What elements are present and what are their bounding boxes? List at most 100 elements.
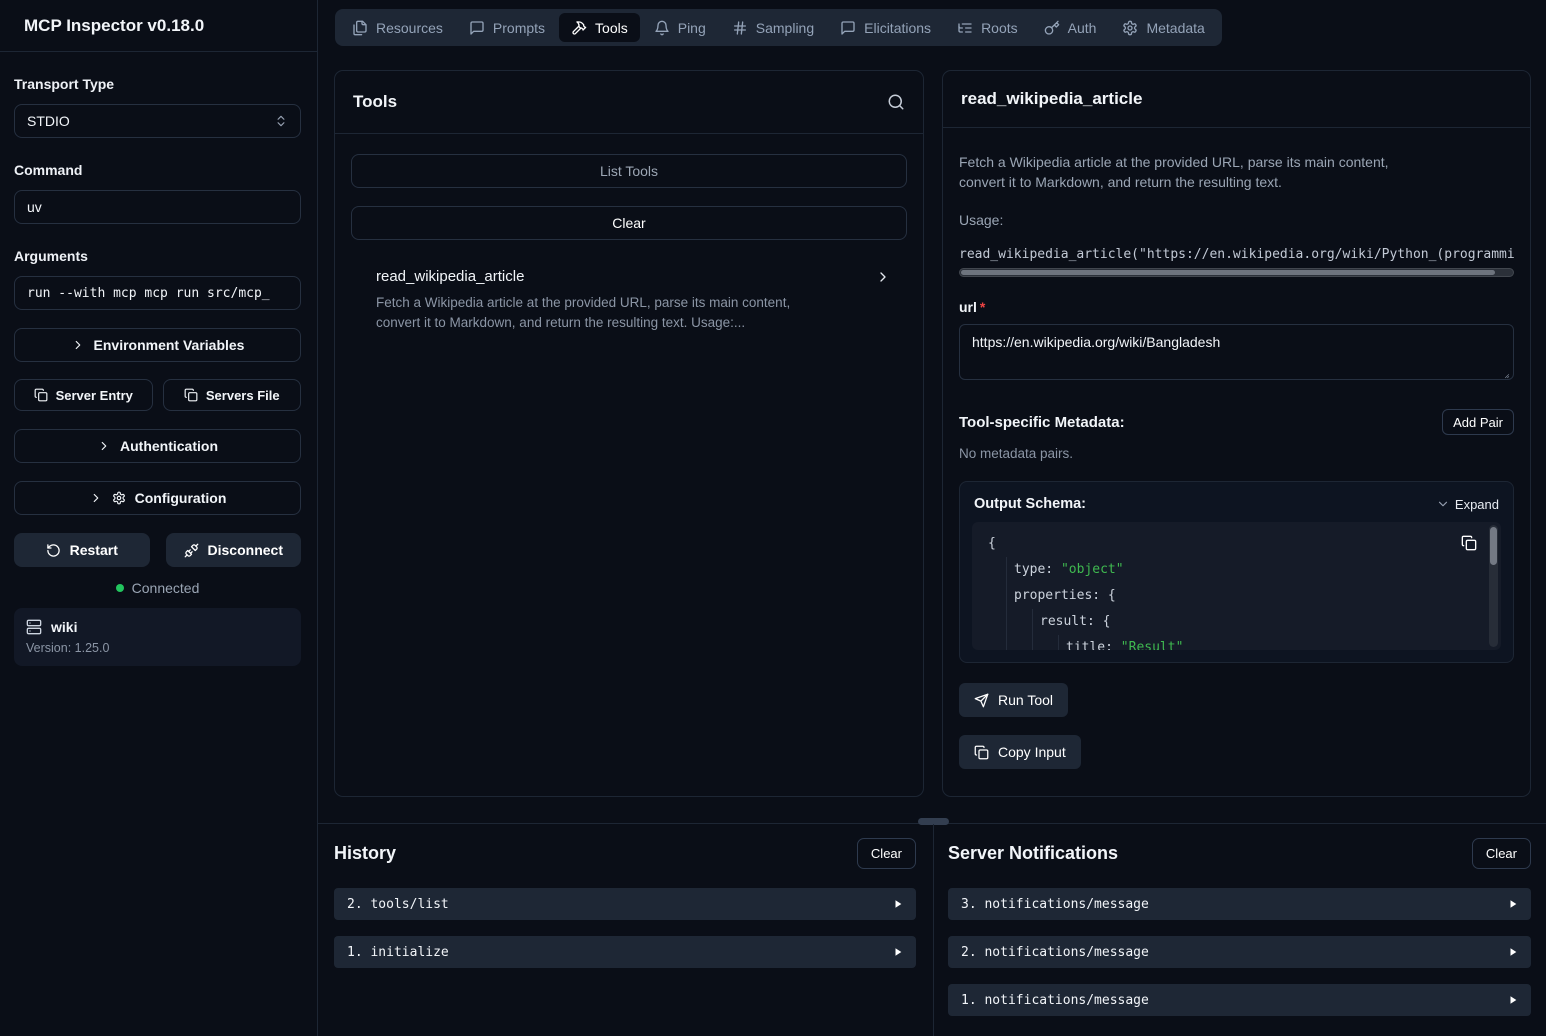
server-card: wiki Version: 1.25.0 xyxy=(14,608,301,666)
server-notifications-section: Server Notifications Clear 3. notificati… xyxy=(948,838,1531,1016)
tab-label: Metadata xyxy=(1146,20,1204,36)
history-row[interactable]: 1. initialize xyxy=(334,936,916,968)
arguments-input[interactable]: run --with mcp mcp run src/mcp_ xyxy=(14,276,301,310)
server-version: Version: 1.25.0 xyxy=(26,641,289,655)
bell-icon xyxy=(654,20,670,36)
resize-handle-icon[interactable] xyxy=(1500,369,1510,379)
usage-code: read_wikipedia_article("https://en.wikip… xyxy=(959,247,1514,262)
disconnect-label: Disconnect xyxy=(208,542,283,558)
run-tool-button[interactable]: Run Tool xyxy=(959,683,1068,717)
tab-auth[interactable]: Auth xyxy=(1032,13,1109,42)
schema-vertical-scrollbar[interactable] xyxy=(1489,525,1498,647)
url-input[interactable]: https://en.wikipedia.org/wiki/Bangladesh xyxy=(959,324,1514,380)
indent-guide xyxy=(1014,609,1040,635)
status-dot xyxy=(116,584,124,592)
scrollbar-thumb[interactable] xyxy=(961,270,1495,275)
configuration-label: Configuration xyxy=(135,490,227,506)
required-marker: * xyxy=(980,299,985,315)
add-pair-button[interactable]: Add Pair xyxy=(1442,409,1514,435)
clear-notifications-button[interactable]: Clear xyxy=(1472,838,1531,869)
copy-input-button[interactable]: Copy Input xyxy=(959,735,1081,769)
servers-file-button[interactable]: Servers File xyxy=(163,379,302,411)
gear-icon xyxy=(1122,20,1138,36)
transport-type-select[interactable]: STDIO xyxy=(14,104,301,138)
copy-schema-button[interactable] xyxy=(1461,535,1477,551)
configuration-button[interactable]: Configuration xyxy=(14,481,301,515)
play-icon xyxy=(1508,995,1518,1005)
expand-label: Expand xyxy=(1455,497,1499,512)
output-schema-box: Output Schema: Expand {type: "object"pro… xyxy=(959,481,1514,663)
unplug-icon xyxy=(184,543,199,558)
hash-icon xyxy=(732,20,748,36)
top-nav-tabs: Resources Prompts Tools Ping Sampling Elicita… xyxy=(335,9,1222,46)
disconnect-button[interactable]: Disconnect xyxy=(166,533,302,567)
tab-label: Ping xyxy=(678,20,706,36)
tool-description: Fetch a Wikipedia article at the provide… xyxy=(376,293,891,334)
tab-label: Roots xyxy=(981,20,1018,36)
connection-actions: Restart Disconnect xyxy=(14,533,301,567)
server-entry-button[interactable]: Server Entry xyxy=(14,379,153,411)
clear-tools-button[interactable]: Clear xyxy=(351,206,907,240)
url-field-wrapper: https://en.wikipedia.org/wiki/Bangladesh xyxy=(959,324,1514,385)
sidebar: MCP Inspector v0.18.0 Transport Type STD… xyxy=(0,0,318,1036)
transport-type-value: STDIO xyxy=(27,113,70,129)
history-row[interactable]: 2. tools/list xyxy=(334,888,916,920)
usage-horizontal-scrollbar[interactable] xyxy=(959,268,1514,277)
tab-label: Tools xyxy=(595,20,628,36)
command-input[interactable]: uv xyxy=(14,190,301,224)
tab-label: Sampling xyxy=(756,20,814,36)
chevrons-up-down-icon xyxy=(274,114,288,128)
run-tool-row: Run Tool xyxy=(959,663,1514,717)
tab-roots[interactable]: Roots xyxy=(945,13,1030,42)
servers-file-label: Servers File xyxy=(206,388,280,403)
authentication-button[interactable]: Authentication xyxy=(14,429,301,463)
tab-elicitations[interactable]: Elicitations xyxy=(828,13,943,42)
tab-ping[interactable]: Ping xyxy=(642,13,718,42)
code-string-token: "object" xyxy=(1061,557,1124,583)
usage-label: Usage: xyxy=(959,212,1514,228)
indent-guide xyxy=(988,635,1014,650)
server-entry-label: Server Entry xyxy=(56,388,133,403)
main-area: Resources Prompts Tools Ping Sampling Elicita… xyxy=(318,0,1546,1036)
notification-rows: 3. notifications/message 2. notifications… xyxy=(948,888,1531,1016)
server-icon xyxy=(26,619,42,635)
bottom-vertical-divider xyxy=(933,824,934,1036)
chevron-right-icon xyxy=(89,491,103,505)
files-icon xyxy=(352,20,368,36)
copy-input-label: Copy Input xyxy=(998,744,1066,760)
chevron-right-icon xyxy=(875,269,891,285)
clear-history-button[interactable]: Clear xyxy=(857,838,916,869)
tool-list-item[interactable]: read_wikipedia_article Fetch a Wikipedia … xyxy=(351,268,907,334)
tab-sampling[interactable]: Sampling xyxy=(720,13,826,42)
tab-tools[interactable]: Tools xyxy=(559,13,640,42)
metadata-row: Tool-specific Metadata: Add Pair xyxy=(959,409,1514,435)
list-tools-button[interactable]: List Tools xyxy=(351,154,907,188)
expand-schema-button[interactable]: Expand xyxy=(1436,497,1499,512)
scrollbar-thumb[interactable] xyxy=(1490,527,1497,565)
run-tool-label: Run Tool xyxy=(998,692,1053,708)
tab-prompts[interactable]: Prompts xyxy=(457,13,557,42)
environment-variables-label: Environment Variables xyxy=(94,337,245,353)
chevron-right-icon xyxy=(71,338,85,352)
tools-panel-body: List Tools Clear read_wikipedia_article F… xyxy=(335,134,923,334)
tool-item-row: read_wikipedia_article xyxy=(376,268,891,285)
tool-detail-panel: read_wikipedia_article Fetch a Wikipedia… xyxy=(942,70,1531,797)
url-label-text: url xyxy=(959,299,977,315)
tab-metadata[interactable]: Metadata xyxy=(1110,13,1216,42)
search-button[interactable] xyxy=(887,93,905,111)
connection-status: Connected xyxy=(14,580,301,596)
notification-row[interactable]: 1. notifications/message xyxy=(948,984,1531,1016)
notification-row[interactable]: 3. notifications/message xyxy=(948,888,1531,920)
schema-code-block: {type: "object"properties: {result: {tit… xyxy=(972,522,1501,650)
notifications-title: Server Notifications xyxy=(948,843,1118,864)
tools-panel-header: Tools xyxy=(335,71,923,134)
restart-button[interactable]: Restart xyxy=(14,533,150,567)
notification-row[interactable]: 2. notifications/message xyxy=(948,936,1531,968)
environment-variables-button[interactable]: Environment Variables xyxy=(14,328,301,362)
indent-guide xyxy=(988,609,1014,635)
tab-label: Resources xyxy=(376,20,443,36)
copy-input-row: Copy Input xyxy=(959,717,1514,769)
code-key-token: type: xyxy=(1014,557,1061,583)
copy-icon xyxy=(184,388,198,402)
tab-resources[interactable]: Resources xyxy=(340,13,455,42)
